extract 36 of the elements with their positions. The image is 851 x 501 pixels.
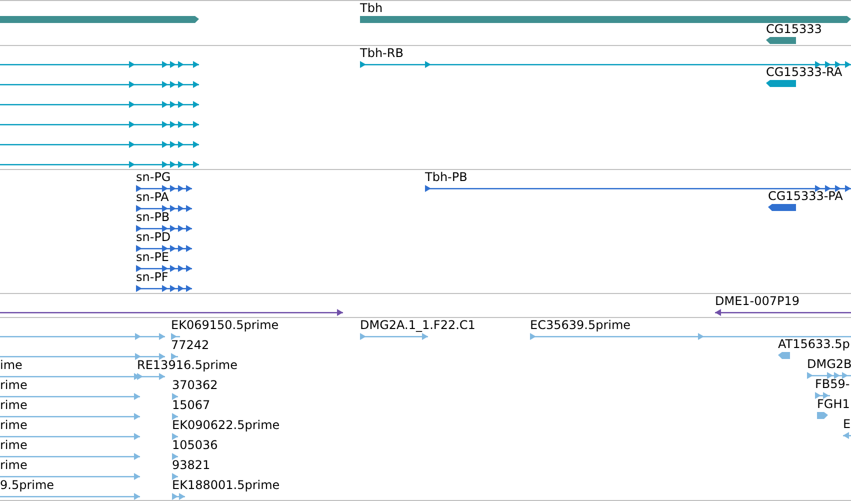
feature-label: 77242 xyxy=(171,338,210,352)
feature-label: 93821 xyxy=(172,458,210,472)
feature-label: DMG2B xyxy=(807,357,851,371)
feature-label: sn-PE xyxy=(136,250,170,264)
feature-label: CG15333 xyxy=(766,22,822,36)
feature-label: 105036 xyxy=(172,438,218,452)
feature-label: sn-PG xyxy=(136,170,171,184)
feature-label: 9.5prime xyxy=(0,478,54,492)
feature-label: FGH1 xyxy=(817,397,850,411)
feature-label: CG15333-RA xyxy=(766,65,842,79)
feature-label: rime xyxy=(0,458,28,472)
feature-label: 370362 xyxy=(172,378,218,392)
feature-label: 15067 xyxy=(172,398,210,412)
feature-label: Tbh-RB xyxy=(360,46,404,60)
feature-label: EK188001.5prime xyxy=(172,478,280,492)
feature-label: Tbh xyxy=(360,1,383,15)
feature-label: EC35639.5prime xyxy=(530,318,631,332)
feature-label: rime xyxy=(0,378,28,392)
feature-label: rime xyxy=(0,418,28,432)
feature-label: CG15333-PA xyxy=(768,189,843,203)
feature-label: Tbh-PB xyxy=(425,170,468,184)
feature-label: EK069150.5prime xyxy=(171,318,279,332)
feature-label: AT15633.5p xyxy=(778,337,850,351)
feature-label: ime xyxy=(0,358,22,372)
feature-label: sn-PD xyxy=(136,230,171,244)
feature-label: rime xyxy=(0,398,28,412)
feature-label: RE13916.5prime xyxy=(137,358,238,372)
feature-label: sn-PB xyxy=(136,210,170,224)
feature-label: DMG2A.1_1.F22.C1 xyxy=(360,318,476,332)
feature-label: sn-PA xyxy=(136,190,169,204)
feature-label: sn-PF xyxy=(136,270,168,284)
feature-label: FB59- xyxy=(815,377,850,391)
feature-label: EK090622.5prime xyxy=(172,418,280,432)
feature-label: rime xyxy=(0,438,28,452)
feature-label: DME1-007P19 xyxy=(715,294,800,308)
feature-label: E xyxy=(843,417,851,431)
